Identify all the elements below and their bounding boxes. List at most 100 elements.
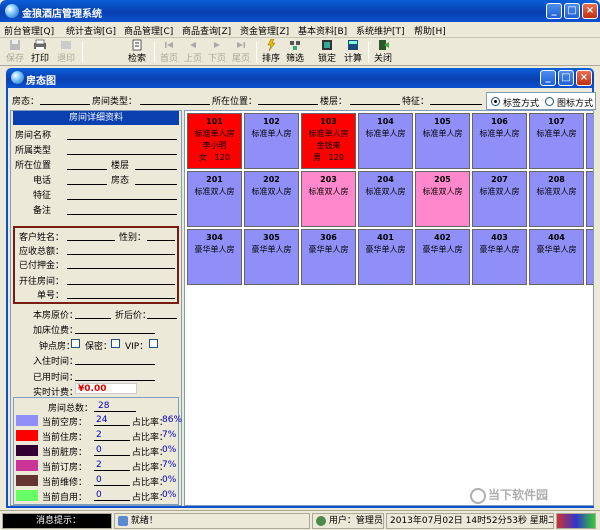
exit-print-button[interactable]: 退印 bbox=[54, 39, 78, 65]
menu-system[interactable]: 系统维护[T] bbox=[356, 24, 405, 37]
room-tile[interactable]: 402 豪华单人房 bbox=[415, 229, 470, 285]
minimize-button[interactable]: _ bbox=[546, 3, 562, 19]
room-type: 标准单人房 bbox=[308, 129, 349, 138]
lock-icon bbox=[322, 40, 332, 50]
separator bbox=[256, 41, 257, 63]
menu-goods-query[interactable]: 商品查询[Z] bbox=[182, 24, 231, 37]
room-tile[interactable]: 305 豪华单人房 bbox=[244, 229, 299, 285]
room-tile[interactable]: 107 标准单人房 bbox=[529, 113, 584, 169]
room-tile[interactable]: 306 豪华单人房 bbox=[301, 229, 356, 285]
sort-button[interactable]: 排序 bbox=[260, 39, 282, 65]
room-type: 标准单人房 bbox=[536, 129, 577, 138]
room-tile-partial[interactable] bbox=[586, 171, 593, 227]
tag-mode-label[interactable]: 标签方式 bbox=[503, 96, 539, 109]
room-tile-partial[interactable] bbox=[586, 113, 593, 169]
close-button[interactable]: × bbox=[582, 3, 598, 19]
inner-minimize-button[interactable]: _ bbox=[540, 70, 556, 86]
legend-swatch bbox=[16, 430, 38, 441]
legend-count: 2 bbox=[96, 460, 102, 470]
inner-close-button[interactable]: × bbox=[576, 70, 592, 86]
hourly-checkbox[interactable] bbox=[71, 339, 80, 348]
open-room-label: 开往房间： bbox=[19, 277, 65, 287]
menu-funds[interactable]: 资金管理[Z] bbox=[240, 24, 289, 37]
calc-button[interactable]: 计算 bbox=[342, 39, 364, 65]
status-filter-input[interactable] bbox=[40, 104, 90, 105]
room-tile[interactable]: 103 标准单人房 金钱来 男 120 bbox=[301, 113, 356, 169]
location-filter-input[interactable] bbox=[258, 104, 318, 105]
user-status: 用户：管理员 bbox=[312, 513, 384, 529]
save-button[interactable]: 保存 bbox=[4, 39, 26, 65]
vip-checkbox[interactable] bbox=[149, 339, 158, 348]
print-button[interactable]: 打印 bbox=[28, 39, 52, 65]
close-tool-button[interactable]: 关闭 bbox=[372, 39, 394, 65]
phone-label: 电话 bbox=[33, 176, 52, 186]
inner-maximize-button[interactable]: □ bbox=[558, 70, 574, 86]
prev-page-icon bbox=[190, 42, 196, 48]
icon-mode-label[interactable]: 图标方式 bbox=[557, 96, 593, 109]
vip-label: VIP： bbox=[125, 342, 149, 352]
room-tile[interactable]: 401 豪华单人房 bbox=[358, 229, 413, 285]
status-field bbox=[135, 184, 177, 185]
room-number: 402 bbox=[434, 233, 451, 242]
feature-filter-label: 特征： bbox=[402, 97, 430, 107]
floor-filter-label: 楼层： bbox=[320, 97, 348, 107]
room-tile[interactable]: 105 标准单人房 bbox=[415, 113, 470, 169]
last-page-button[interactable]: 尾页 bbox=[230, 39, 252, 65]
feature-field bbox=[67, 199, 177, 200]
location-label: 所在位置 bbox=[15, 161, 52, 171]
room-detail-panel: 房间详细资料 房间名称 所属类型 所在位置 楼层 电话 房态 特征 备注 客户姓… bbox=[10, 110, 182, 506]
app-title: 金狼酒店管理系统 bbox=[22, 9, 102, 20]
menu-goods[interactable]: 商品管理[C] bbox=[124, 24, 173, 37]
room-tile[interactable]: 208 标准双人房 bbox=[529, 171, 584, 227]
legend-ratio: 0% bbox=[162, 475, 177, 485]
floor-filter-input[interactable] bbox=[350, 104, 400, 105]
room-tile[interactable]: 207 标准双人房 bbox=[472, 171, 527, 227]
total-rooms-line bbox=[94, 411, 136, 412]
feature-filter-input[interactable] bbox=[430, 104, 482, 105]
secret-checkbox[interactable] bbox=[111, 339, 120, 348]
room-tile[interactable]: 304 豪华单人房 bbox=[187, 229, 242, 285]
room-number: 403 bbox=[491, 233, 508, 242]
legend-swatch bbox=[16, 490, 38, 501]
menu-front-desk[interactable]: 前台管理[Q] bbox=[4, 24, 54, 37]
first-page-button[interactable]: 首页 bbox=[158, 39, 180, 65]
toolbar: 保存 打印 退印 检索 首页 上页 下页 尾页 排序 筛选 锁定 计算 关闭 bbox=[0, 38, 600, 66]
legend-count-line bbox=[94, 455, 130, 456]
maximize-button[interactable]: □ bbox=[564, 3, 580, 19]
filter-button[interactable]: 筛选 bbox=[284, 39, 306, 65]
watermark-icon bbox=[470, 487, 486, 504]
prev-page-button[interactable]: 上页 bbox=[182, 39, 204, 65]
room-tile-partial[interactable] bbox=[586, 229, 593, 285]
open-room-field bbox=[67, 284, 175, 285]
lock-button[interactable]: 锁定 bbox=[316, 39, 338, 65]
room-tile[interactable]: 202 标准双人房 bbox=[244, 171, 299, 227]
next-page-button[interactable]: 下页 bbox=[206, 39, 228, 65]
tag-mode-radio[interactable] bbox=[491, 97, 500, 106]
room-tile[interactable]: 101 标准单人房 李小明 女 120 bbox=[187, 113, 242, 169]
message-tip: 消息提示： bbox=[2, 513, 112, 529]
room-type: 标准双人房 bbox=[536, 187, 577, 196]
total-rooms-value: 28 bbox=[98, 401, 110, 411]
menu-help[interactable]: 帮助[H] bbox=[414, 24, 446, 37]
room-tile[interactable]: 104 标准单人房 bbox=[358, 113, 413, 169]
type-filter-input[interactable] bbox=[140, 104, 210, 105]
room-tile[interactable]: 203 标准双人房 bbox=[301, 171, 356, 227]
search-button[interactable]: 检索 bbox=[124, 39, 150, 65]
amount-due-label: 应收总额： bbox=[19, 247, 65, 257]
hourly-label: 钟点房： bbox=[39, 342, 76, 352]
room-tile[interactable]: 403 豪华单人房 bbox=[472, 229, 527, 285]
filter-icon bbox=[290, 41, 300, 50]
legend-swatch bbox=[16, 415, 38, 426]
room-tile[interactable]: 204 标准双人房 bbox=[358, 171, 413, 227]
room-number: 305 bbox=[263, 233, 280, 242]
room-tile[interactable]: 404 豪华单人房 bbox=[529, 229, 584, 285]
menu-statistics[interactable]: 统计查询[G] bbox=[66, 24, 116, 37]
menu-basic-data[interactable]: 基本资料[B] bbox=[298, 24, 347, 37]
icon-mode-radio[interactable] bbox=[545, 97, 554, 106]
room-tile[interactable]: 201 标准双人房 bbox=[187, 171, 242, 227]
legend-label: 当前住房： bbox=[42, 433, 88, 443]
ready-status: 就绪！ bbox=[114, 513, 310, 529]
room-tile[interactable]: 102 标准单人房 bbox=[244, 113, 299, 169]
room-tile[interactable]: 106 标准单人房 bbox=[472, 113, 527, 169]
room-tile[interactable]: 205 标准双人房 bbox=[415, 171, 470, 227]
